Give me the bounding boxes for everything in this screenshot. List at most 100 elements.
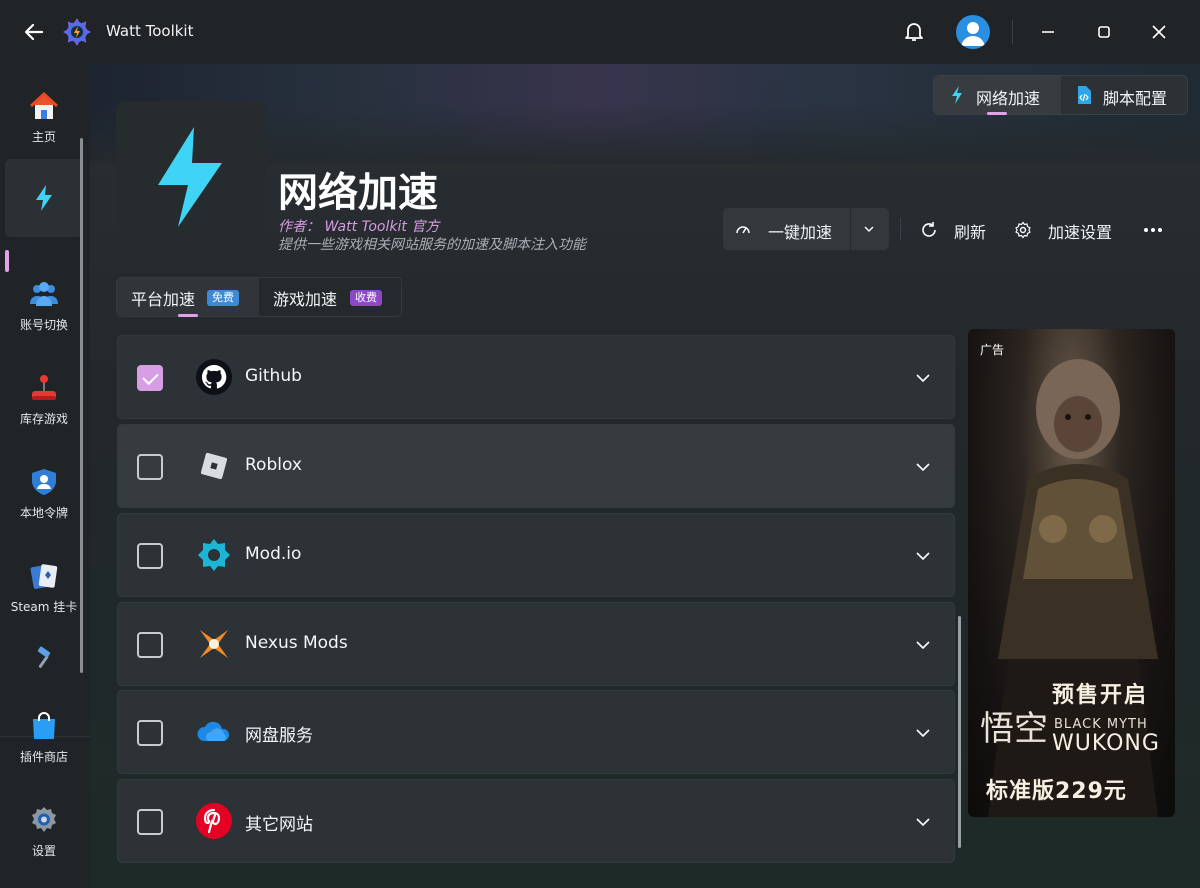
sidebar-item-steam-idle[interactable]: Steam 挂卡 — [5, 544, 83, 622]
one-click-accelerate-button[interactable]: 一键加速 — [723, 208, 889, 250]
plugin-description: 提供一些游戏相关网站服务的加速及脚本注入功能 — [278, 237, 586, 253]
advertisement-banner[interactable]: 广告 预售开启 悟空 BLACK MYTH WUKONG 标准版229元 — [968, 329, 1175, 817]
chevron-down-icon[interactable] — [914, 813, 932, 831]
maximize-icon[interactable] — [1092, 20, 1116, 44]
page-title: 网络加速 — [278, 170, 438, 216]
ad-brand-cn: 悟空 — [980, 709, 1048, 749]
checkbox[interactable] — [137, 543, 163, 569]
refresh-button[interactable]: 刷新 — [920, 218, 1000, 242]
sidebar-item-plugin-store[interactable]: 插件商店 — [5, 694, 83, 772]
accelerate-label: 一键加速 — [768, 223, 833, 242]
gear-icon — [32, 807, 56, 832]
tab-script-config[interactable]: 脚本配置 — [1061, 76, 1188, 114]
ad-label: 广告 — [980, 343, 1005, 357]
list-item-roblox[interactable]: Roblox — [117, 424, 955, 508]
row-label: Nexus Mods — [245, 633, 348, 653]
sidebar-item-network-accel[interactable] — [5, 159, 83, 237]
list-item-modio[interactable]: Mod.io — [117, 513, 955, 597]
minimize-icon[interactable] — [1036, 20, 1060, 44]
sidebar-item-settings[interactable]: 设置 — [5, 788, 83, 866]
tab-label: 平台加速 — [131, 290, 196, 309]
sidebar-item-game-library[interactable]: 库存游戏 — [5, 356, 83, 434]
chevron-down-icon[interactable] — [862, 222, 876, 236]
sidebar-item-label: 插件商店 — [19, 750, 68, 764]
avatar[interactable] — [956, 15, 990, 49]
sidebar-item-label: 账号切换 — [19, 318, 68, 332]
row-label: Mod.io — [245, 544, 302, 564]
row-label: Roblox — [245, 455, 302, 475]
ad-price: 标准版229元 — [986, 779, 1127, 804]
list-item-nexus-mods[interactable]: Nexus Mods — [117, 602, 955, 686]
pinterest-icon — [196, 803, 232, 839]
row-label: 网盘服务 — [245, 726, 313, 746]
users-icon — [30, 282, 58, 306]
checkbox[interactable] — [137, 365, 163, 391]
refresh-icon — [922, 222, 936, 237]
github-icon — [196, 359, 232, 395]
list-item-cloud-drive[interactable]: 网盘服务 — [117, 690, 955, 774]
tab-label: 脚本配置 — [1103, 89, 1168, 108]
app-title: Watt Toolkit — [106, 22, 194, 40]
back-arrow-icon[interactable] — [22, 20, 46, 44]
joystick-icon — [32, 375, 56, 400]
script-icon — [1078, 86, 1091, 104]
ad-headline: 预售开启 — [1052, 683, 1149, 708]
chevron-down-icon[interactable] — [914, 724, 932, 742]
ad-brand-en: WUKONG — [1052, 731, 1160, 756]
sidebar-item-home[interactable]: 主页 — [5, 74, 83, 152]
lightning-icon — [36, 185, 52, 211]
tab-game-accel[interactable]: 游戏加速 收费 — [259, 278, 401, 316]
chevron-down-icon[interactable] — [914, 369, 932, 387]
sidebar-item-account-switch[interactable]: 账号切换 — [5, 262, 83, 340]
plugin-icon — [116, 101, 266, 251]
tab-underline — [987, 112, 1007, 115]
sub-tab-group: 平台加速 免费 游戏加速 收费 — [116, 277, 402, 317]
checkbox[interactable] — [137, 454, 163, 480]
sidebar-item-label: 主页 — [31, 130, 56, 144]
tab-platform-accel[interactable]: 平台加速 免费 — [117, 278, 259, 317]
tab-label: 游戏加速 — [273, 290, 338, 309]
accel-settings-button[interactable]: 加速设置 — [1014, 218, 1124, 242]
row-label: Github — [245, 366, 302, 386]
sidebar-item-label: 库存游戏 — [19, 412, 68, 426]
lightning-icon — [952, 86, 962, 104]
more-options-icon[interactable] — [1142, 219, 1164, 241]
bell-icon[interactable] — [902, 19, 926, 43]
gear-icon — [1015, 221, 1031, 239]
chevron-down-icon[interactable] — [914, 547, 932, 565]
free-badge: 免费 — [207, 290, 239, 306]
list-scrollbar[interactable] — [958, 616, 961, 848]
sidebar-item-label: 本地令牌 — [19, 506, 68, 520]
accel-settings-label: 加速设置 — [1048, 223, 1113, 242]
close-icon[interactable] — [1147, 20, 1171, 44]
shield-user-icon — [32, 469, 56, 495]
sidebar-item-tools[interactable] — [5, 638, 83, 672]
checkbox[interactable] — [137, 809, 163, 835]
titlebar-divider — [1012, 20, 1013, 44]
paid-badge: 收费 — [350, 290, 382, 306]
ad-brand-en-small: BLACK MYTH — [1054, 717, 1148, 732]
tab-network-accel[interactable]: 网络加速 — [934, 76, 1061, 115]
button-split — [850, 208, 851, 250]
plugin-author: 作者： Watt Toolkit 官方 — [278, 219, 440, 235]
list-item-github[interactable]: Github — [117, 335, 955, 419]
main-content: 网络加速 脚本配置 网络加速 作者： Watt Toolkit 官方 提供一些游… — [90, 64, 1200, 888]
nexus-mods-icon — [200, 630, 228, 658]
chevron-down-icon[interactable] — [914, 458, 932, 476]
tab-underline — [178, 314, 198, 317]
checkbox[interactable] — [137, 632, 163, 658]
user-avatar-icon — [961, 22, 985, 46]
cloud-icon — [197, 721, 230, 741]
list-item-other-sites[interactable]: 其它网站 — [117, 779, 955, 863]
sidebar-item-label: Steam 挂卡 — [10, 600, 78, 614]
action-divider — [900, 218, 901, 240]
sidebar-item-label: 设置 — [31, 844, 56, 858]
chevron-down-icon[interactable] — [914, 636, 932, 654]
app-logo-icon — [63, 18, 91, 46]
refresh-label: 刷新 — [954, 223, 987, 242]
checkbox[interactable] — [137, 720, 163, 746]
sidebar-scrollbar[interactable] — [80, 138, 83, 673]
sidebar-item-local-token[interactable]: 本地令牌 — [5, 450, 83, 528]
row-label: 其它网站 — [245, 815, 313, 835]
sidebar: 主页 账号切换 库存游戏 本地令牌 Steam 挂卡 插件商店 设置 — [0, 64, 90, 888]
